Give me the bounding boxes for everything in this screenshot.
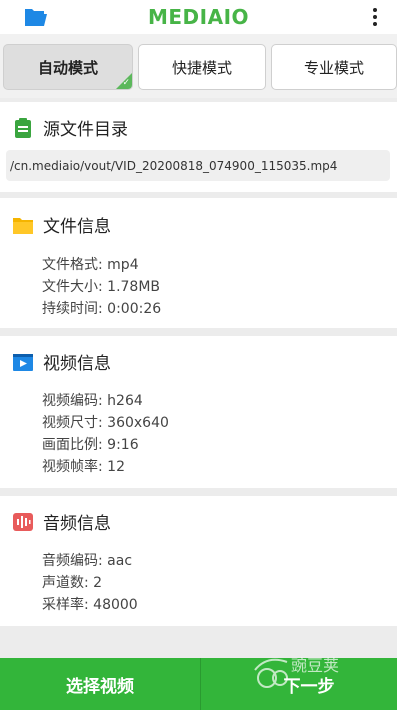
source-directory-card: 源文件目录 /cn.mediaio/vout/VID_20200818_0749… <box>0 102 397 192</box>
source-directory-header: 源文件目录 <box>12 115 128 140</box>
mode-quick-label: 快捷模式 <box>171 58 232 77</box>
audio-channels-line: 声道数: 2 <box>42 575 103 591</box>
watermark-text: 豌豆荚 <box>291 656 340 675</box>
file-info-card: 文件信息 文件格式: mp4 文件大小: 1.78MB 持续时间: 0:00:2… <box>0 198 397 328</box>
video-info-card: 视频信息 视频编码: h264 视频尺寸: 360x640 画面比例: 9:16… <box>0 336 397 488</box>
file-size-line: 文件大小: 1.78MB <box>42 279 161 295</box>
source-path-field: /cn.mediaio/vout/VID_20200818_074900_115… <box>6 150 390 181</box>
video-resolution-line: 视频尺寸: 360x640 <box>42 415 169 431</box>
audio-wave-icon <box>12 511 34 533</box>
video-clapper-icon <box>12 351 34 373</box>
mode-quick-button[interactable]: 快捷模式 <box>138 44 266 90</box>
file-info-title: 文件信息 <box>43 217 111 237</box>
audio-info-title: 音频信息 <box>43 514 111 534</box>
audio-codec-line: 音频编码: aac <box>42 553 133 569</box>
folder-icon <box>12 214 34 236</box>
mode-pro-label: 专业模式 <box>303 58 364 77</box>
video-info-title: 视频信息 <box>43 354 111 374</box>
folder-open-icon[interactable] <box>24 6 48 28</box>
audio-info-card: 音频信息 音频编码: aac 声道数: 2 采样率: 48000 <box>0 496 397 626</box>
video-framerate-line: 视频帧率: 12 <box>42 459 125 475</box>
check-icon: ✓ <box>122 78 130 88</box>
clipboard-icon <box>12 117 34 139</box>
app-title: MEDIAIO <box>147 5 250 29</box>
mode-pro-button[interactable]: 专业模式 <box>271 44 397 90</box>
mode-auto-label: 自动模式 <box>37 58 98 77</box>
file-duration-line: 持续时间: 0:00:26 <box>42 301 162 317</box>
video-info-header: 视频信息 <box>12 349 111 374</box>
mode-auto-button[interactable]: 自动模式 ✓ <box>3 44 133 90</box>
video-aspect-line: 画面比例: 9:16 <box>42 437 139 453</box>
source-directory-title: 源文件目录 <box>43 120 128 140</box>
file-info-header: 文件信息 <box>12 212 111 237</box>
select-video-button[interactable]: 选择视频 <box>0 658 200 710</box>
video-codec-line: 视频编码: h264 <box>42 393 143 409</box>
mode-selector: 自动模式 ✓ 快捷模式 专业模式 <box>0 34 397 98</box>
wandoujia-watermark: 豌豆荚 <box>247 650 367 700</box>
audio-info-header: 音频信息 <box>12 509 111 534</box>
audio-samplerate-line: 采样率: 48000 <box>42 597 138 613</box>
top-app-bar: MEDIAIO <box>0 0 397 34</box>
more-vertical-icon[interactable] <box>371 6 379 28</box>
file-format-line: 文件格式: mp4 <box>42 257 139 273</box>
